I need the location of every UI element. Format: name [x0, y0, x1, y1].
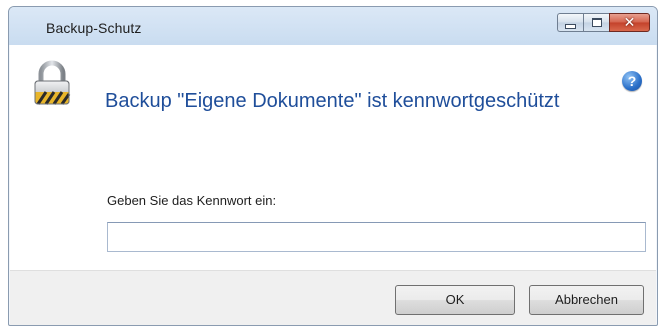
button-bar: OK Abbrechen	[10, 270, 656, 325]
maximize-button[interactable]	[583, 13, 609, 32]
ok-button[interactable]: OK	[395, 285, 515, 315]
maximize-icon	[591, 18, 602, 27]
cancel-button[interactable]: Abbrechen	[529, 285, 644, 315]
minimize-icon	[565, 23, 576, 29]
dialog-headline: Backup "Eigene Dokumente" ist kennwortge…	[105, 90, 560, 112]
padlock-icon	[34, 60, 71, 105]
password-label: Geben Sie das Kennwort ein:	[107, 193, 277, 208]
password-input[interactable]	[107, 222, 646, 252]
title-bar[interactable]: Backup-Schutz ✕	[9, 7, 657, 45]
minimize-button[interactable]	[557, 13, 583, 32]
help-icon[interactable]: ?	[622, 71, 642, 91]
dialog-window: Backup-Schutz ✕ Backup "Eigene Dokumente…	[8, 6, 658, 326]
dialog-content: Backup "Eigene Dokumente" ist kennwortge…	[10, 45, 656, 270]
close-icon: ✕	[623, 14, 636, 31]
close-button[interactable]: ✕	[609, 13, 650, 32]
caption-buttons: ✕	[557, 13, 650, 33]
window-title: Backup-Schutz	[46, 20, 142, 36]
